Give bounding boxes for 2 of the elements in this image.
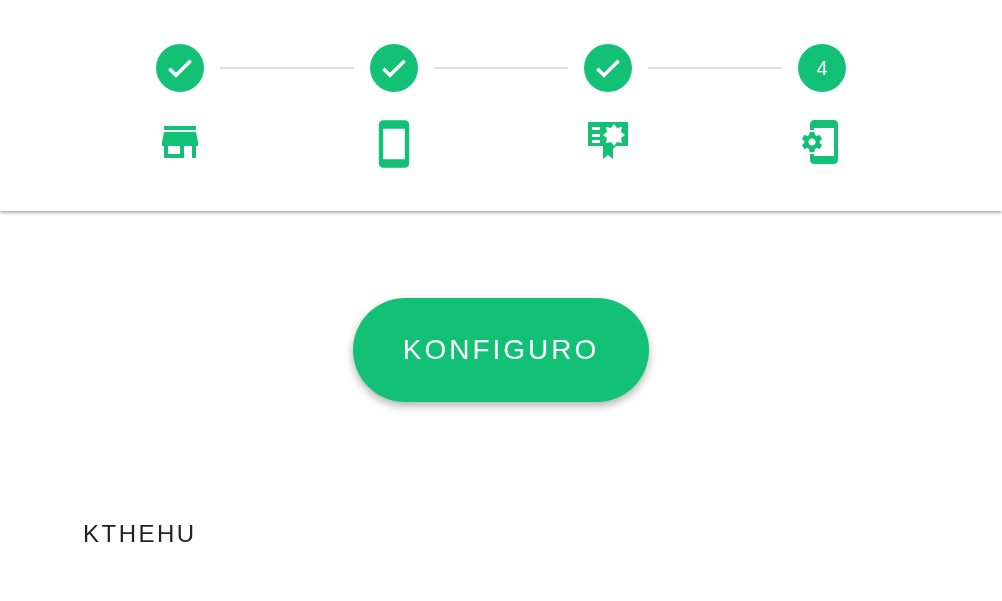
step-number: 4	[816, 56, 828, 80]
back-link[interactable]: KTHEHU	[83, 520, 197, 548]
